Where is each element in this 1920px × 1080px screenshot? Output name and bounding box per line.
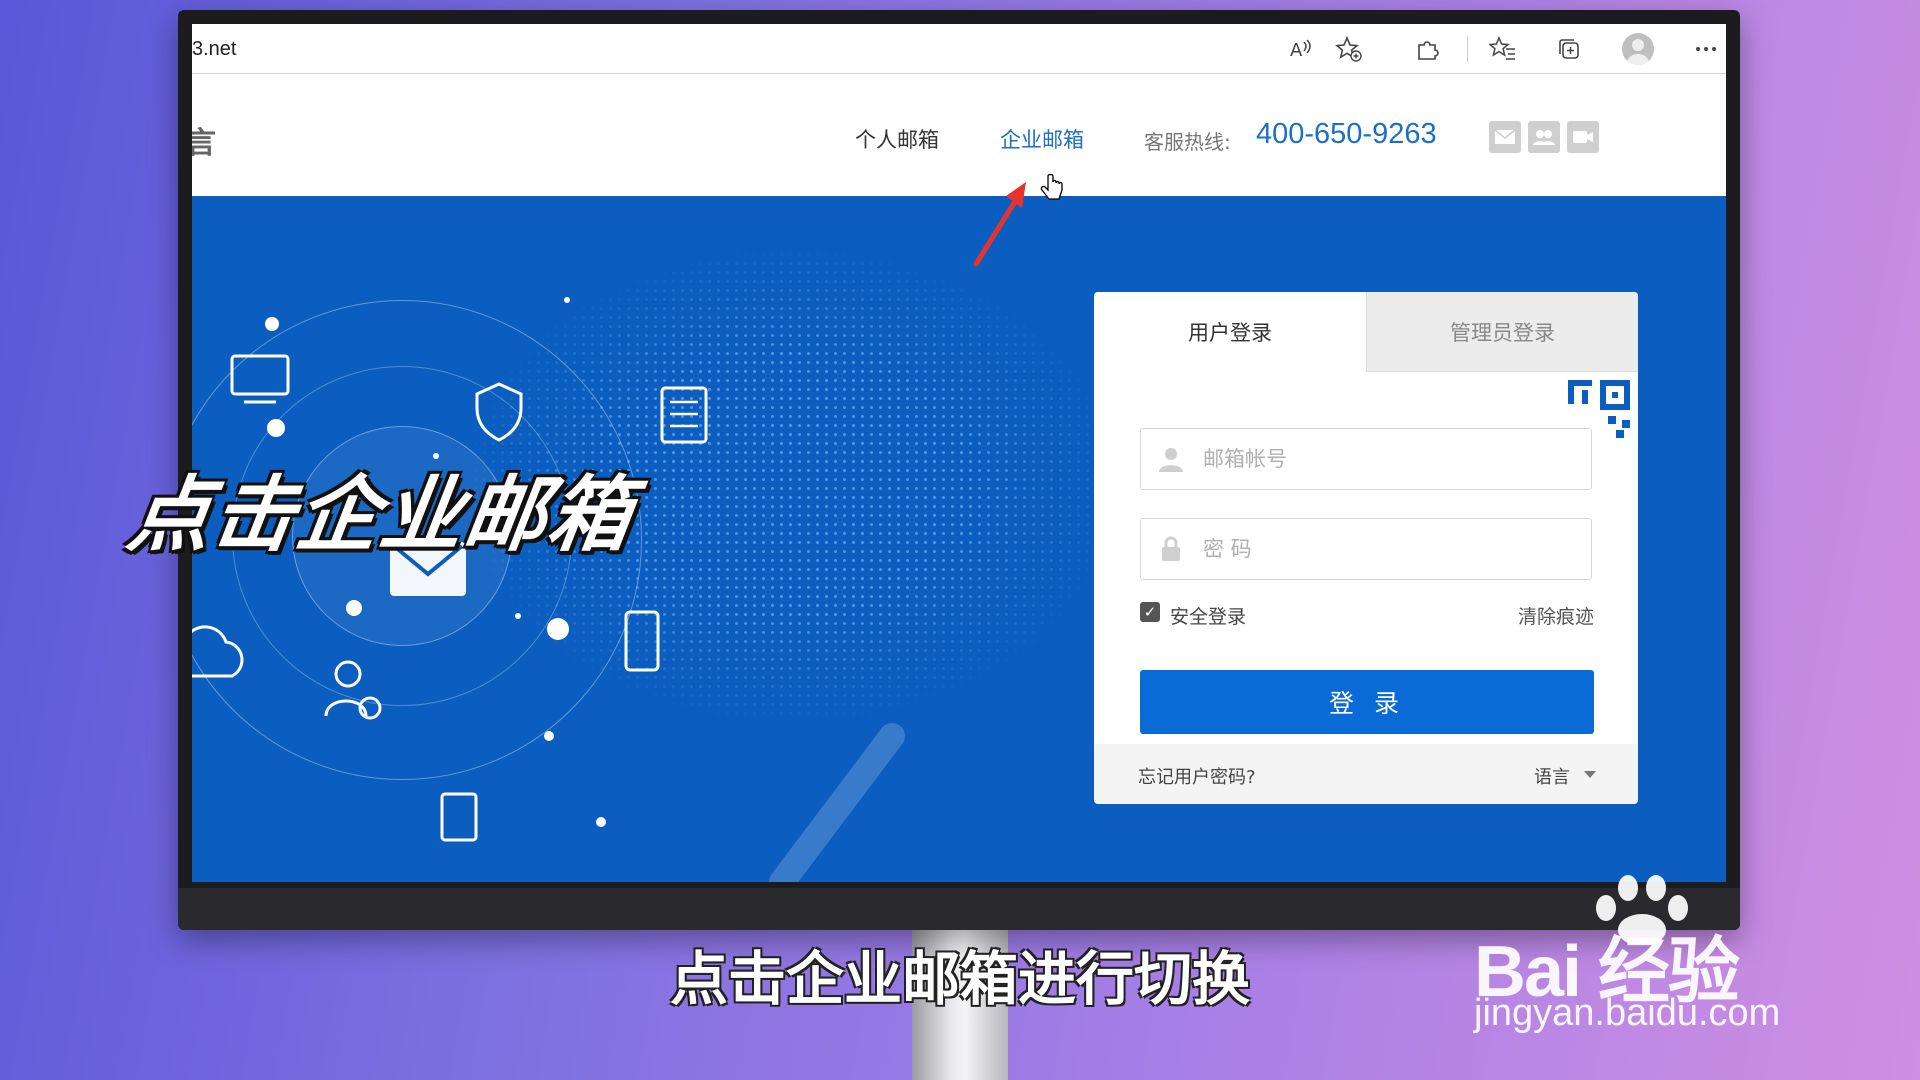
clear-traces-link[interactable]: 清除痕迹 bbox=[1518, 602, 1594, 629]
group-icon[interactable] bbox=[1528, 121, 1560, 153]
collections-icon[interactable] bbox=[1554, 34, 1584, 64]
chevron-down-icon[interactable] bbox=[1584, 771, 1596, 778]
login-panel: 用户登录 管理员登录 ✓ 安全登录 清除痕迹 登 录 忘记用户密码? 语言 bbox=[1094, 292, 1638, 804]
read-aloud-icon[interactable]: A bbox=[1286, 34, 1316, 64]
browser-toolbar: 3.net A bbox=[192, 24, 1726, 74]
hotline-number: 400-650-9263 bbox=[1256, 118, 1437, 150]
nav-enterprise-mail[interactable]: 企业邮箱 bbox=[1000, 124, 1084, 154]
video-icon[interactable] bbox=[1567, 121, 1599, 153]
login-button[interactable]: 登 录 bbox=[1140, 670, 1594, 734]
more-menu-icon[interactable] bbox=[1691, 34, 1721, 64]
favorites-icon[interactable] bbox=[1488, 34, 1518, 64]
add-favorite-icon[interactable] bbox=[1334, 34, 1364, 64]
red-arrow-annotation bbox=[973, 182, 1026, 267]
username-field[interactable] bbox=[1140, 428, 1592, 490]
lock-icon bbox=[1162, 536, 1180, 561]
username-input[interactable] bbox=[1203, 429, 1583, 489]
toolbar-separator bbox=[1467, 36, 1468, 62]
password-input[interactable] bbox=[1203, 519, 1583, 579]
secure-login-label: 安全登录 bbox=[1170, 606, 1247, 628]
forgot-password-link[interactable]: 忘记用户密码? bbox=[1138, 763, 1256, 789]
address-bar[interactable]: 3.net bbox=[192, 30, 1402, 66]
secure-login-checkbox[interactable]: ✓ bbox=[1140, 602, 1160, 622]
tab-user-login[interactable]: 用户登录 bbox=[1094, 292, 1366, 372]
language-select[interactable]: 语言 bbox=[1534, 763, 1570, 789]
login-footer: 忘记用户密码? 语言 bbox=[1094, 744, 1638, 804]
extensions-icon[interactable] bbox=[1412, 34, 1442, 64]
mail-icon[interactable] bbox=[1489, 121, 1521, 153]
address-url: 3.net bbox=[192, 38, 237, 60]
user-icon bbox=[1159, 448, 1183, 472]
baidu-watermark-url: jingyan.baidu.com bbox=[1474, 992, 1781, 1034]
svg-text:A: A bbox=[1290, 40, 1303, 61]
tab-admin-login[interactable]: 管理员登录 bbox=[1366, 292, 1638, 372]
big-caption: 点击企业邮箱 bbox=[122, 468, 640, 563]
nav-personal-mail[interactable]: 个人邮箱 bbox=[855, 124, 939, 154]
hotline-label: 客服热线: bbox=[1144, 130, 1231, 154]
password-field[interactable] bbox=[1140, 518, 1592, 580]
site-logo-fragment: 言 bbox=[192, 126, 216, 161]
hand-cursor-icon bbox=[1040, 174, 1063, 200]
profile-avatar-icon[interactable] bbox=[1622, 33, 1654, 65]
